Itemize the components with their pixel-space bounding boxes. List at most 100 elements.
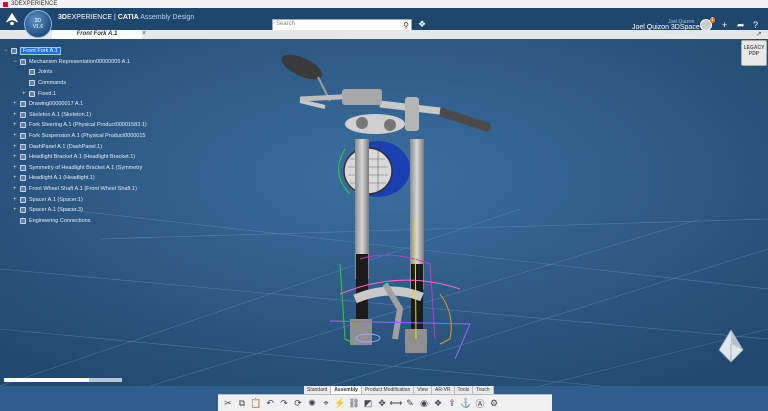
expand-icon[interactable]: + (13, 175, 19, 181)
product-icon (20, 175, 26, 182)
window-title: 3DEXPERIENCE (11, 1, 58, 7)
tree-item[interactable]: Engineering Connections (4, 216, 147, 227)
compass-icon[interactable]: ✥ (376, 397, 388, 409)
clash-icon[interactable]: ⚡ (334, 397, 346, 409)
maximize-icon[interactable]: ↗ (756, 30, 762, 38)
paste-icon[interactable]: 📋 (250, 397, 262, 409)
compass-menu-icon[interactable] (3, 10, 21, 28)
tree-item[interactable]: + Headlight A.1 (Headlight.1) (4, 173, 147, 184)
settings-icon[interactable]: ⚙ (488, 397, 500, 409)
expand-icon[interactable]: + (13, 207, 19, 213)
brand: 3DEXPERIENCE | CATIA Assembly Design (58, 14, 194, 21)
close-tab-icon[interactable]: × (142, 30, 146, 37)
expand-icon[interactable]: + (22, 91, 28, 97)
redo-icon[interactable]: ↷ (278, 397, 290, 409)
tree-item-label: Fork Suspension A.1 (Physical Product000… (29, 133, 146, 140)
dash-panel (345, 114, 405, 134)
explode-icon[interactable]: ✺ (306, 397, 318, 409)
compass-triad-icon[interactable] (716, 328, 746, 364)
product-icon (20, 133, 26, 140)
add-icon[interactable]: + (722, 20, 727, 30)
app-badge[interactable]: 3D V1.6 (24, 10, 52, 38)
legacy-pdp-button[interactable]: LEGACY PDP (741, 40, 767, 66)
tree-item[interactable]: + Front Wheel Shaft A.1 (Front Wheel Shaf… (4, 184, 147, 195)
tag-icon[interactable]: ❖ (418, 19, 426, 30)
rename-icon[interactable]: Ⓐ (474, 397, 486, 409)
symmetry-icon (20, 164, 26, 171)
search-icon[interactable]: ⚲ (403, 21, 409, 30)
update-icon[interactable]: ⟳ (292, 397, 304, 409)
engineering-connection-icon[interactable]: ⛓ (348, 397, 360, 409)
scrollbar-thumb[interactable] (4, 378, 89, 382)
tree-item[interactable]: + Spacer A.1 (Spacer.3) (4, 205, 147, 216)
copy-icon[interactable]: ⧉ (236, 397, 248, 409)
tree-item[interactable]: − Mechanism Representation00000005 A.1 (4, 57, 147, 68)
tree-item[interactable]: + Fork Suspension A.1 (Physical Product00… (4, 131, 147, 142)
action-tab-product-modification[interactable]: Product Modification (362, 386, 415, 394)
legacy-label: LEGACY PDP (743, 45, 765, 57)
app-badge-text: 3D V1.6 (32, 18, 44, 30)
tree-item-label: Commands (38, 80, 67, 87)
expand-icon[interactable]: + (13, 186, 19, 192)
measure-icon[interactable]: ⟷ (390, 397, 403, 409)
tree-item[interactable]: + Skeleton A.1 (Skeleton.1) (4, 110, 147, 121)
annotation-icon[interactable]: ✎ (404, 397, 416, 409)
fix-icon[interactable]: ⚓ (460, 397, 472, 409)
expand-icon[interactable]: + (13, 122, 19, 128)
undo-icon[interactable]: ↶ (264, 397, 276, 409)
expand-icon[interactable]: + (13, 154, 19, 160)
expand-icon[interactable]: + (13, 165, 19, 171)
tree-item-label: Fork Steering A.1 (Physical Product00001… (29, 122, 147, 129)
action-bar: ✂ ⧉ 📋 ↶ ↷ ⟳ ✺ ⌖ ⚡ ⛓ ◩ ✥ ⟷ ✎ ◉ ❖ ⇪ ⚓ Ⓐ ⚙ (218, 394, 552, 411)
tree-item[interactable]: + Drawing00000017 A.1 (4, 99, 147, 110)
tree-item-label: Skeleton A.1 (Skeleton.1) (29, 111, 92, 118)
tree-item[interactable]: + Fixed.1 (4, 88, 147, 99)
flexible-icon[interactable]: ❖ (432, 397, 444, 409)
tree-item[interactable]: + Headlight Bracket A.1 (Headlight Bracke… (4, 152, 147, 163)
expand-icon[interactable]: + (13, 112, 19, 118)
publish-icon[interactable]: ⇪ (446, 397, 458, 409)
tree-item-label: Drawing00000017 A.1 (29, 101, 84, 108)
action-tab-tools[interactable]: Tools (455, 386, 474, 394)
fixed-icon (29, 90, 35, 97)
brand-rest: EXPERIENCE (66, 14, 113, 21)
help-icon[interactable]: ? (753, 20, 758, 30)
expand-icon[interactable]: + (13, 101, 19, 107)
action-tab-assembly[interactable]: Assembly (331, 386, 362, 394)
cut-icon[interactable]: ✂ (222, 397, 234, 409)
product-icon (20, 122, 26, 129)
tree-root[interactable]: − Front Fork A.1 (4, 46, 147, 57)
tree-item[interactable]: Commands (4, 78, 147, 89)
visibility-icon[interactable]: ◉ (418, 397, 430, 409)
action-tab-standard[interactable]: Standard (304, 386, 332, 394)
tree-item[interactable]: Joints (4, 67, 147, 78)
product-icon (20, 196, 26, 203)
expand-icon[interactable]: + (13, 133, 19, 139)
action-tab-ar-vr[interactable]: AR-VR (432, 386, 455, 394)
tree-item[interactable]: + DashPanel A.1 (DashPanel.1) (4, 141, 147, 152)
product-icon (20, 186, 26, 193)
tree-item[interactable]: + Symmetry of Headlight Bracket A.1 (Symm… (4, 163, 147, 174)
tree-item[interactable]: + Spacer A.1 (Spacer.1) (4, 194, 147, 205)
collapse-icon[interactable]: − (4, 48, 10, 54)
expand-icon[interactable]: − (13, 59, 19, 65)
action-tab-touch[interactable]: Touch (473, 386, 494, 394)
tab-front-fork[interactable]: Front Fork A.1 (52, 30, 142, 39)
skeleton-icon (20, 111, 26, 118)
action-tab-view[interactable]: View (414, 386, 432, 394)
window-title-bar: 3DEXPERIENCE (0, 0, 768, 8)
tree-scrollbar[interactable] (4, 378, 122, 382)
expand-icon[interactable]: + (13, 144, 19, 150)
tree-root-label[interactable]: Front Fork A.1 (20, 47, 61, 56)
tree-item-label: DashPanel A.1 (DashPanel.1) (29, 143, 103, 150)
tree-item-label: Engineering Connections (29, 217, 91, 224)
expand-icon[interactable]: + (13, 197, 19, 203)
tree-item-label: Headlight A.1 (Headlight.1) (29, 175, 95, 182)
app-logo-icon (3, 1, 8, 7)
tree-item-label: Fixed.1 (38, 90, 57, 97)
section-icon[interactable]: ◩ (362, 397, 374, 409)
tree-item[interactable]: + Fork Steering A.1 (Physical Product0000… (4, 120, 147, 131)
tree-item-label: Spacer A.1 (Spacer.1) (29, 196, 83, 203)
snap-icon[interactable]: ⌖ (320, 397, 332, 409)
product-icon (20, 143, 26, 150)
